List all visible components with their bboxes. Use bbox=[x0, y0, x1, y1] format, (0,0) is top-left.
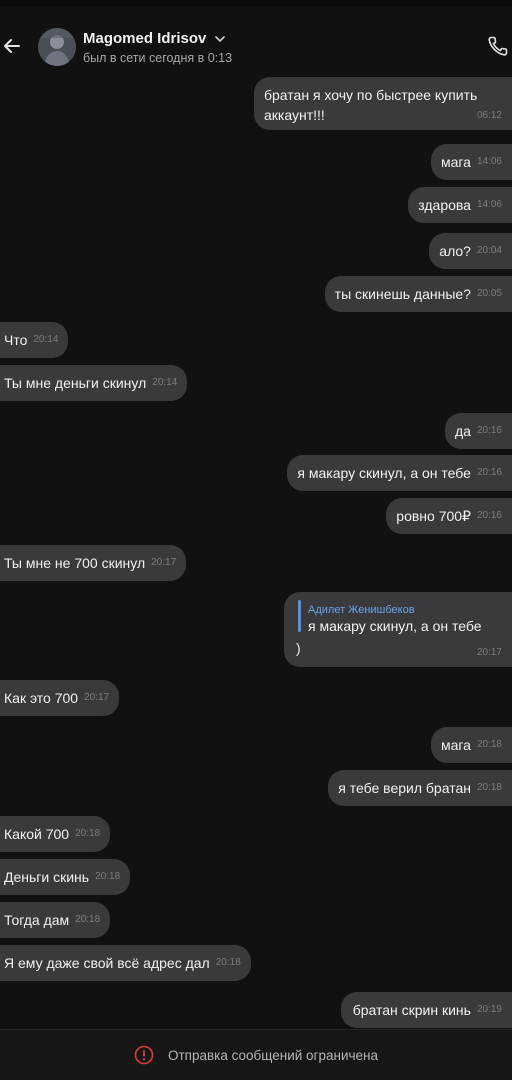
message-time: 20:05 bbox=[476, 288, 502, 299]
message-text: да bbox=[455, 423, 471, 439]
message-bubble-outgoing[interactable]: братан я хочу по быстрее купить аккаунт!… bbox=[254, 77, 512, 130]
message-bubble-incoming[interactable]: Деньги скинь 20:18 bbox=[0, 859, 131, 895]
message-time: 20:04 bbox=[476, 245, 502, 256]
message-time: 20:14 bbox=[152, 377, 178, 388]
message-bubble-outgoing[interactable]: здарова 14:06 bbox=[408, 187, 512, 223]
message-bubble-incoming[interactable]: Что 20:14 bbox=[0, 322, 69, 358]
message-time: 20:19 bbox=[476, 1004, 502, 1015]
message-time: 14:06 bbox=[476, 199, 502, 210]
message-text: мага bbox=[440, 737, 471, 753]
message-time: 20:14 bbox=[33, 334, 59, 345]
message-text: я макару скинул, а он тебе bbox=[297, 465, 471, 481]
message-text: аккаунт!!! bbox=[264, 107, 325, 123]
message-time: 20:17 bbox=[476, 647, 502, 658]
message-text: ровно 700₽ bbox=[396, 508, 471, 524]
message-bubble-outgoing[interactable]: ало? 20:04 bbox=[429, 233, 512, 269]
message-time: 14:06 bbox=[476, 156, 502, 167]
alert-circle-icon bbox=[134, 1045, 154, 1065]
back-button[interactable] bbox=[0, 32, 24, 60]
message-text: мага bbox=[440, 154, 471, 170]
message-text: Ты мне деньги скинул bbox=[4, 375, 147, 391]
message-bubble-incoming[interactable]: Я ему даже свой всё адрес дал 20:18 bbox=[0, 945, 251, 981]
message-bubble-outgoing[interactable]: да 20:16 bbox=[445, 413, 512, 449]
message-bubble-incoming[interactable]: Ты мне не 700 скинул 20:17 bbox=[0, 545, 187, 581]
message-time: 20:16 bbox=[476, 425, 502, 436]
message-bubble-outgoing[interactable]: мага 14:06 bbox=[430, 144, 512, 180]
message-text: Тогда дам bbox=[4, 912, 70, 928]
message-bubble-outgoing[interactable]: я макару скинул, а он тебе 20:16 bbox=[287, 455, 512, 491]
message-bubble-outgoing[interactable]: я тебе верил братан 20:18 bbox=[328, 770, 512, 806]
message-text: Как это 700 bbox=[4, 690, 79, 706]
messaging-restricted-bar: Отправка сообщений ограничена bbox=[0, 1029, 512, 1080]
message-time: 20:18 bbox=[476, 782, 502, 793]
message-time: 20:17 bbox=[151, 557, 177, 568]
message-bubble-outgoing-reply[interactable]: Адилет Женишбеков я макару скинул, а он … bbox=[284, 592, 512, 667]
arrow-left-icon bbox=[4, 39, 20, 53]
message-bubble-outgoing[interactable]: ты скинешь данные? 20:05 bbox=[324, 276, 512, 312]
message-bubble-outgoing[interactable]: ровно 700₽ 20:16 bbox=[386, 498, 512, 534]
message-time: 20:18 bbox=[95, 871, 121, 882]
reply-quoted-text: я макару скинул, а он тебе bbox=[308, 618, 482, 634]
reply-quote-bar bbox=[298, 600, 301, 632]
phone-icon bbox=[488, 36, 508, 56]
message-text: братан я хочу по быстрее купить bbox=[264, 87, 478, 103]
message-text: братан скрин кинь bbox=[352, 1002, 471, 1018]
message-text: ало? bbox=[439, 243, 471, 259]
message-text: Я ему даже свой всё адрес дал bbox=[4, 955, 210, 971]
avatar-photo bbox=[38, 28, 76, 66]
message-text: Что bbox=[4, 332, 28, 348]
message-bubble-incoming[interactable]: Тогда дам 20:18 bbox=[0, 902, 111, 938]
message-time: 20:17 bbox=[84, 692, 110, 703]
message-text: Ты мне не 700 скинул bbox=[4, 555, 146, 571]
message-time: 20:18 bbox=[476, 739, 502, 750]
avatar[interactable] bbox=[38, 28, 76, 66]
message-text: я тебе верил братан bbox=[338, 780, 471, 796]
message-bubble-incoming[interactable]: Ты мне деньги скинул 20:14 bbox=[0, 365, 188, 401]
contact-name[interactable]: Magomed Idrisov bbox=[83, 30, 225, 47]
message-text: ты скинешь данные? bbox=[334, 286, 471, 302]
message-time: 20:18 bbox=[75, 828, 101, 839]
message-time: 20:18 bbox=[75, 914, 101, 925]
chevron-down-icon bbox=[214, 36, 225, 43]
call-button[interactable] bbox=[486, 34, 510, 58]
last-seen-status: был в сети сегодня в 0:13 bbox=[83, 51, 233, 65]
message-bubble-outgoing[interactable]: братан скрин кинь 20:19 bbox=[340, 992, 512, 1028]
status-bar-strip bbox=[0, 0, 512, 6]
contact-name-text: Magomed Idrisov bbox=[83, 30, 207, 47]
restricted-text: Отправка сообщений ограничена bbox=[168, 1047, 378, 1063]
message-bubble-incoming[interactable]: Как это 700 20:17 bbox=[0, 680, 120, 716]
message-text: Деньги скинь bbox=[4, 869, 90, 885]
message-bubble-outgoing[interactable]: мага 20:18 bbox=[430, 727, 512, 763]
message-time: 20:16 bbox=[476, 510, 502, 521]
restricted-notice: Отправка сообщений ограничена bbox=[134, 1045, 378, 1065]
chat-header: Magomed Idrisov был в сети сегодня в 0:1… bbox=[0, 0, 512, 78]
message-time: 20:16 bbox=[476, 467, 502, 478]
message-bubble-incoming[interactable]: Какой 700 20:18 bbox=[0, 816, 111, 852]
message-time: 06:12 bbox=[476, 110, 502, 121]
message-text: ) bbox=[296, 640, 301, 656]
message-time: 20:18 bbox=[215, 957, 241, 968]
message-text: Какой 700 bbox=[4, 826, 70, 842]
message-text: здарова bbox=[418, 197, 471, 213]
